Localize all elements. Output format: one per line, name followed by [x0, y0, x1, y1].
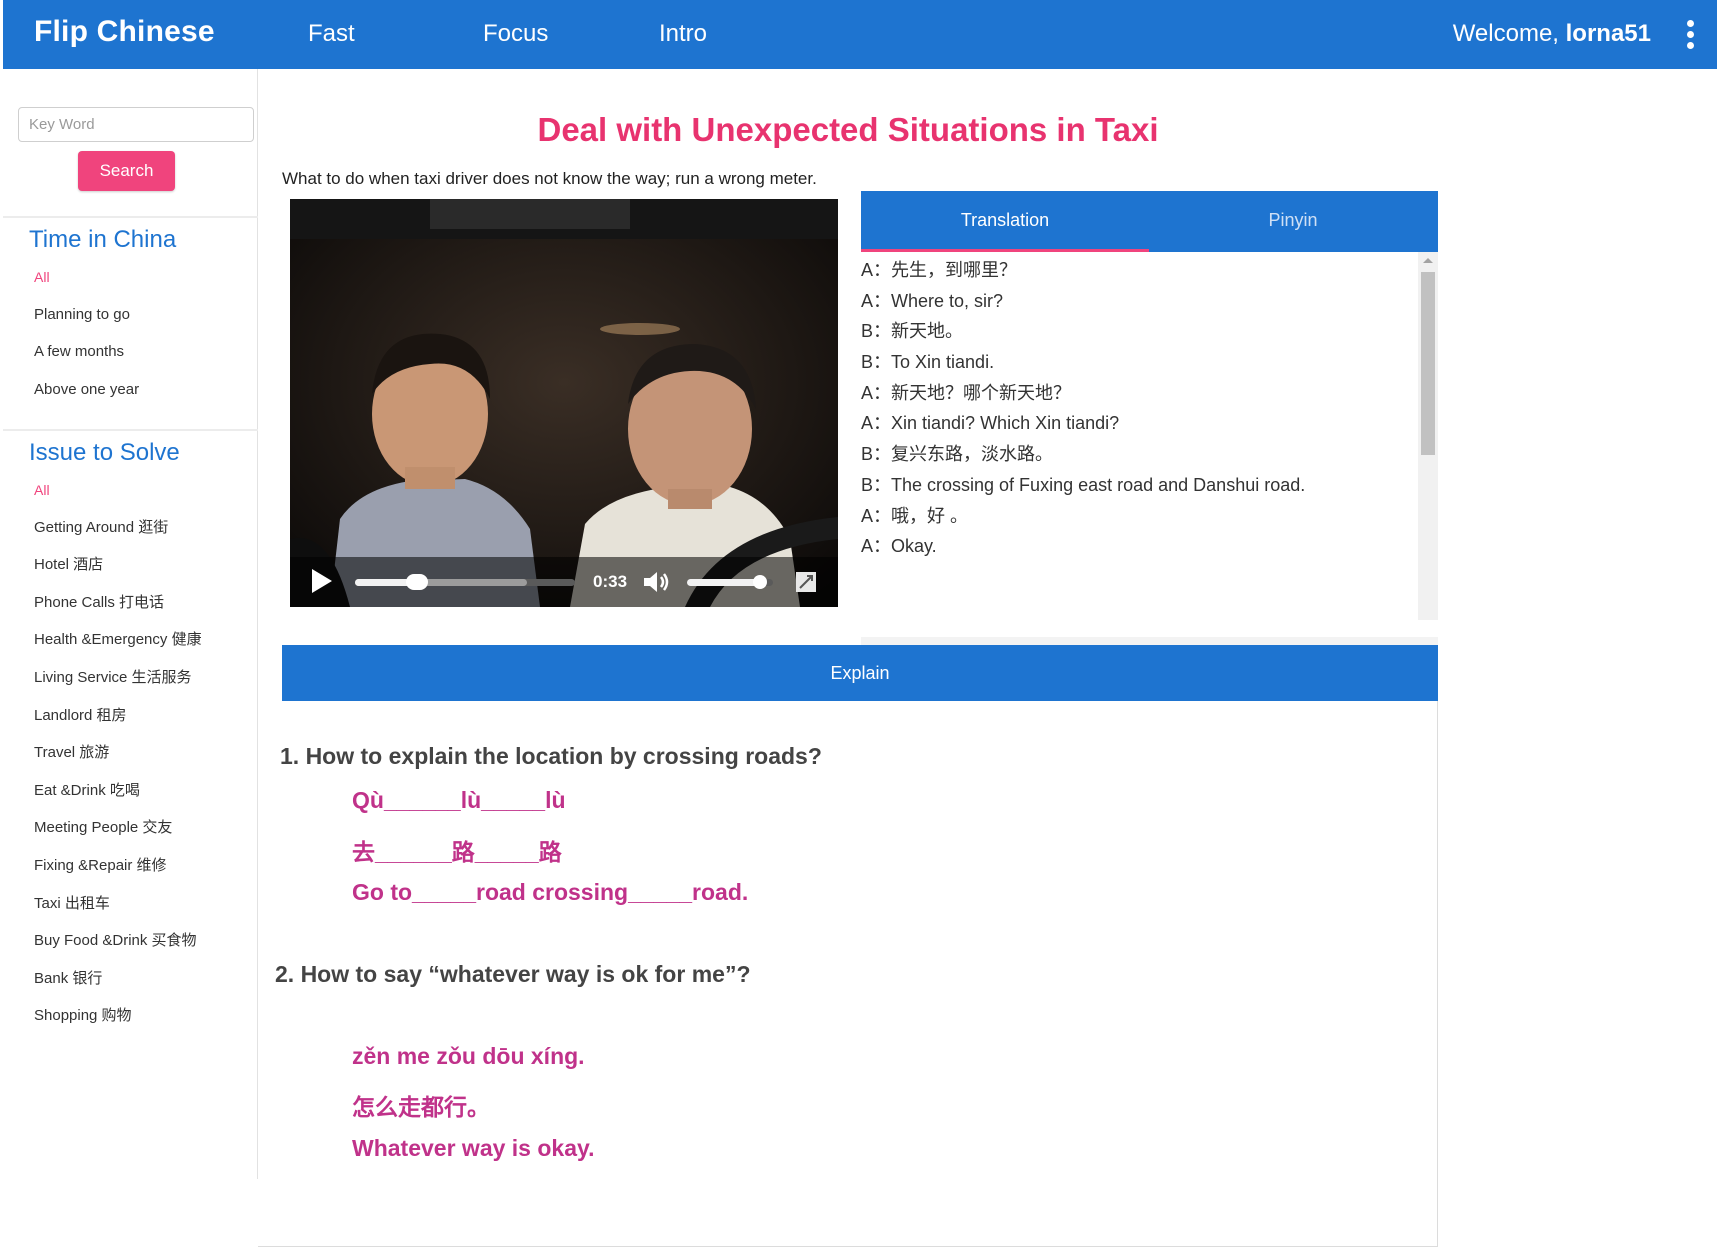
video-progress-bar[interactable]	[355, 574, 575, 590]
sidebar-item-all[interactable]: All	[34, 267, 139, 305]
transcript-line: A：先生，到哪里？	[861, 260, 1018, 280]
sidebar-item-above-one-year[interactable]: Above one year	[34, 380, 139, 418]
answer-chinese: 怎么走都行。	[352, 1094, 490, 1120]
transcript-line: B：To Xin tiandi.	[861, 352, 995, 373]
sidebar-item-hotel[interactable]: Hotel 酒店	[34, 555, 202, 593]
search-button[interactable]: Search	[78, 151, 175, 191]
transcript-line: A：Xin tiandi? Which Xin tiandi?	[861, 413, 1120, 434]
answer-pinyin: Qù______lù_____lù	[352, 787, 566, 813]
issue-to-solve-list: All Getting Around 逛街 Hotel 酒店 Phone Cal…	[34, 480, 202, 1044]
time-in-china-list: All Planning to go A few months Above on…	[34, 267, 139, 417]
transcript-scrollbar[interactable]	[1418, 252, 1438, 620]
sidebar-item-travel[interactable]: Travel 旅游	[34, 743, 202, 781]
transcript-line: A：Okay.	[861, 536, 937, 557]
welcome-prefix: Welcome,	[1452, 20, 1566, 47]
sidebar-item-living-service[interactable]: Living Service 生活服务	[34, 668, 202, 706]
nav-fast[interactable]: Fast	[308, 20, 355, 48]
answer-chinese: 去______路_____路	[352, 839, 562, 865]
tab-pinyin[interactable]: Pinyin	[1149, 191, 1437, 252]
sidebar-item-fixing-repair[interactable]: Fixing &Repair 维修	[34, 856, 202, 894]
transcript-line: B：新天地。	[861, 321, 964, 342]
sidebar-item-phone-calls[interactable]: Phone Calls 打电话	[34, 593, 202, 631]
section-title-issue-to-solve: Issue to Solve	[29, 439, 180, 466]
tab-translation[interactable]: Translation	[861, 191, 1149, 252]
explain-body: 1. How to explain the location by crossi…	[258, 701, 1438, 1247]
scroll-up-arrow-icon[interactable]	[1423, 258, 1433, 263]
scroll-thumb[interactable]	[1421, 272, 1435, 455]
username[interactable]: lorna51	[1566, 20, 1651, 47]
search-input[interactable]	[18, 107, 254, 142]
lesson-title: Deal with Unexpected Situations in Taxi	[537, 111, 1159, 148]
top-nav-bar: Flip Chinese Fast Focus Intro Welcome, l…	[3, 0, 1717, 69]
lesson-subtitle: What to do when taxi driver does not kno…	[282, 169, 817, 188]
brand-logo[interactable]: Flip Chinese	[34, 15, 215, 49]
sidebar-item-taxi[interactable]: Taxi 出租车	[34, 894, 202, 932]
volume-icon[interactable]	[642, 570, 672, 594]
transcript-line: A：哦，好 。	[861, 505, 969, 526]
volume-handle[interactable]	[753, 575, 768, 589]
sidebar-divider	[3, 216, 258, 218]
video-progress-handle[interactable]	[405, 574, 428, 590]
sidebar-item-getting-around[interactable]: Getting Around 逛街	[34, 518, 202, 556]
sidebar-item-shopping[interactable]: Shopping 购物	[34, 1006, 202, 1044]
transcript-line: B：The crossing of Fuxing east road and D…	[861, 474, 1306, 495]
video-controls: 0:33	[290, 557, 838, 607]
video-frame	[290, 199, 838, 607]
sidebar-item-buy-food[interactable]: Buy Food &Drink 买食物	[34, 931, 202, 969]
sidebar-item-health[interactable]: Health &Emergency 健康	[34, 630, 202, 668]
sidebar: Search Time in China All Planning to go …	[3, 69, 258, 1179]
sidebar-item-landlord[interactable]: Landlord 租房	[34, 706, 202, 744]
transcript-line: B：复兴东路，淡水路。	[861, 444, 1054, 465]
transcript-tabs: Translation Pinyin	[861, 191, 1438, 252]
question-2: 2. How to say “whatever way is ok for me…	[275, 961, 751, 987]
question-1: 1. How to explain the location by crossi…	[280, 743, 822, 769]
transcript-panel[interactable]: A：先生，到哪里？ A：Where to, sir? B：新天地。 B：To X…	[861, 252, 1438, 620]
sidebar-item-eat-drink[interactable]: Eat &Drink 吃喝	[34, 781, 202, 819]
sidebar-item-few-months[interactable]: A few months	[34, 342, 139, 380]
transcript-line: A：Where to, sir?	[861, 290, 1004, 311]
transcript-footer-strip	[861, 637, 1438, 645]
sidebar-item-bank[interactable]: Bank 银行	[34, 969, 202, 1007]
welcome-text: Welcome, lorna51	[1453, 20, 1651, 48]
more-vert-icon[interactable]	[1687, 20, 1695, 50]
sidebar-item-all[interactable]: All	[34, 480, 202, 518]
answer-pinyin: zěn me zǒu dōu xíng.	[352, 1043, 585, 1069]
video-player[interactable]: 0:33	[290, 199, 838, 607]
sidebar-divider	[3, 429, 258, 431]
explain-header[interactable]: Explain	[282, 645, 1438, 701]
answer-english: Go to_____road crossing_____road.	[352, 879, 749, 905]
sidebar-item-planning[interactable]: Planning to go	[34, 305, 139, 343]
section-title-time-in-china: Time in China	[29, 226, 177, 253]
fullscreen-icon[interactable]	[795, 571, 817, 593]
nav-intro[interactable]: Intro	[659, 20, 707, 48]
volume-slider[interactable]	[687, 575, 773, 589]
sidebar-item-meeting-people[interactable]: Meeting People 交友	[34, 818, 202, 856]
transcript-lines: A：先生，到哪里？ A：Where to, sir? B：新天地。 B：To X…	[861, 258, 1305, 565]
answer-english: Whatever way is okay.	[352, 1135, 595, 1161]
transcript-line: A：新天地？哪个新天地？	[861, 382, 1072, 403]
nav-focus[interactable]: Focus	[483, 20, 548, 48]
video-time: 0:33	[593, 572, 628, 591]
play-icon[interactable]	[312, 569, 332, 593]
volume-fill	[687, 579, 761, 586]
